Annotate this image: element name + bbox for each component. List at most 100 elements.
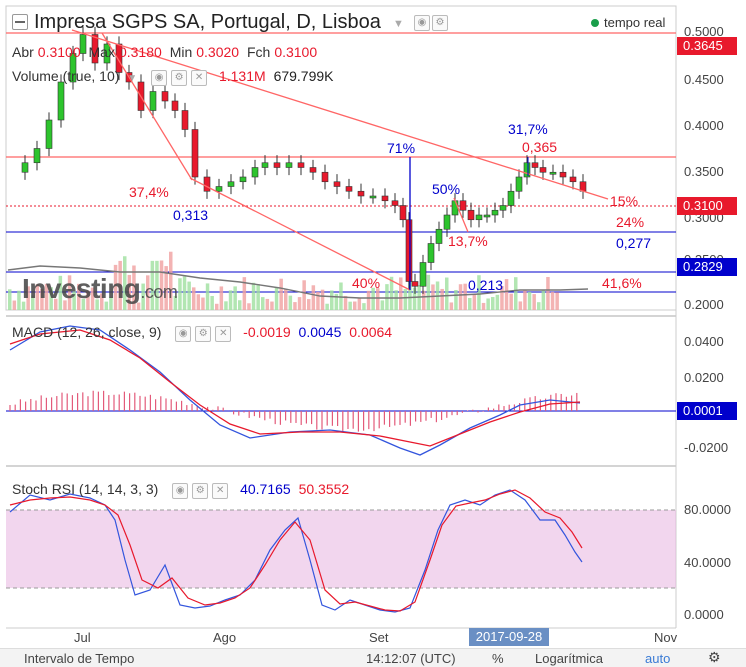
volume-bar xyxy=(205,283,210,310)
volume-bar xyxy=(385,284,389,310)
volume-bar xyxy=(376,288,380,310)
volume-bar xyxy=(486,298,490,310)
candle-body xyxy=(427,243,435,263)
volume-bar xyxy=(468,297,472,310)
candle-body xyxy=(345,186,353,192)
candle-body xyxy=(569,176,577,183)
green-dot-icon xyxy=(591,19,599,27)
settings-icons[interactable]: ◉ ⚙ xyxy=(414,14,450,32)
price-tick: 0.3500 xyxy=(684,164,724,179)
macd-legend: MACD (12, 26, close, 9) ◉ ⚙ ✕ -0.0019 0.00… xyxy=(12,324,396,342)
candle-body xyxy=(239,176,247,183)
volume-bar xyxy=(472,294,477,310)
eye-icon[interactable]: ◉ xyxy=(175,325,192,342)
volume-bar xyxy=(357,298,362,310)
volume-bar xyxy=(297,297,302,310)
volume-bar xyxy=(555,292,559,310)
volume-bar xyxy=(12,300,17,310)
stoch-tick: 80.0000 xyxy=(684,502,731,517)
candle-body xyxy=(381,195,389,202)
annotation-40: 40% xyxy=(352,275,381,291)
volume-bar xyxy=(527,291,532,310)
volume-bar xyxy=(279,278,283,310)
candle-body xyxy=(21,162,29,173)
candle-body xyxy=(515,176,523,192)
candle-body xyxy=(191,129,199,178)
volume-bar xyxy=(196,294,201,310)
stoch-band xyxy=(6,510,676,588)
volume-bar xyxy=(440,288,444,310)
volume-bar xyxy=(233,286,237,310)
volume-bar xyxy=(541,290,546,310)
volume-bar xyxy=(550,291,555,310)
close-icon[interactable]: ✕ xyxy=(215,325,232,342)
min-label: Min xyxy=(169,44,193,60)
candle-body xyxy=(435,228,443,244)
settings-gear-icon[interactable]: ⚙ xyxy=(708,649,721,666)
volume-bar xyxy=(178,278,182,310)
volume-bar xyxy=(215,303,219,310)
volume-bar xyxy=(509,293,513,310)
candle-body xyxy=(321,171,329,183)
gear-icon[interactable]: ⚙ xyxy=(195,325,212,342)
volume-bar xyxy=(343,295,348,310)
annotation-15: 15% xyxy=(610,193,639,209)
symbol-icon[interactable] xyxy=(12,14,28,30)
volume-bar xyxy=(247,303,251,310)
gear-icon[interactable]: ⚙ xyxy=(192,482,209,499)
volume-bar xyxy=(426,274,431,310)
volume-bar xyxy=(192,287,196,310)
chevron-down-icon[interactable]: ▼ xyxy=(393,18,404,30)
eye-icon[interactable]: ◉ xyxy=(414,14,430,31)
volume-bar xyxy=(445,277,449,310)
bottom-toolbar: Intervalo de Tempo 14:12:07 (UTC) % Loga… xyxy=(0,648,746,667)
volume-bar xyxy=(353,301,357,310)
candle-body xyxy=(405,219,413,282)
annotation-37-4: 37,4% xyxy=(129,184,169,200)
volume-bar xyxy=(348,301,352,310)
volume-bar xyxy=(504,279,509,310)
volume-bar xyxy=(495,294,500,310)
volume-bar xyxy=(311,285,316,310)
volume-bar xyxy=(518,301,523,310)
price-tag-last: 0.3100 xyxy=(677,197,737,215)
candle-body xyxy=(443,214,451,230)
fch-label: Fch xyxy=(246,44,271,60)
price-tick: 0.4500 xyxy=(684,72,724,87)
clock-label: 14:12:07 (UTC) xyxy=(366,651,456,666)
price-tick: 0.4000 xyxy=(684,118,724,133)
volume-bar xyxy=(362,303,366,310)
volume-bar xyxy=(403,289,408,310)
candle-body xyxy=(33,148,41,164)
auto-button[interactable]: auto xyxy=(645,651,670,666)
close-icon[interactable]: ✕ xyxy=(191,69,208,86)
log-button[interactable]: Logarítmica xyxy=(535,651,603,666)
eye-icon[interactable]: ◉ xyxy=(172,482,189,499)
max-label: Max xyxy=(88,44,115,60)
volume-bar xyxy=(8,289,12,310)
candle-body xyxy=(539,167,547,173)
interval-button[interactable]: Intervalo de Tempo xyxy=(24,651,134,666)
volume-bar xyxy=(449,302,454,310)
close-icon[interactable]: ✕ xyxy=(212,482,229,499)
gear-icon[interactable]: ⚙ xyxy=(171,69,188,86)
candle-body xyxy=(467,209,475,221)
volume-bar xyxy=(288,295,293,310)
candle-body xyxy=(357,190,365,197)
chevron-down-icon[interactable]: ▼ xyxy=(127,73,137,84)
volume-bar xyxy=(546,276,550,310)
annotation-0313: 0,313 xyxy=(173,207,209,223)
volume-bar xyxy=(320,289,325,310)
volume-bar xyxy=(316,291,320,310)
volume-bar xyxy=(261,297,265,310)
volume-bar xyxy=(307,299,311,310)
percent-button[interactable]: % xyxy=(492,651,504,666)
eye-icon[interactable]: ◉ xyxy=(151,69,168,86)
gear-icon[interactable]: ⚙ xyxy=(432,14,448,31)
price-tick: 0.2000 xyxy=(684,297,724,312)
candle-body xyxy=(451,200,459,216)
candle-body xyxy=(273,162,281,168)
volume-bar xyxy=(523,289,527,310)
macd-tag: 0.0001 xyxy=(677,402,737,420)
annotation-0277: 0,277 xyxy=(616,235,652,251)
